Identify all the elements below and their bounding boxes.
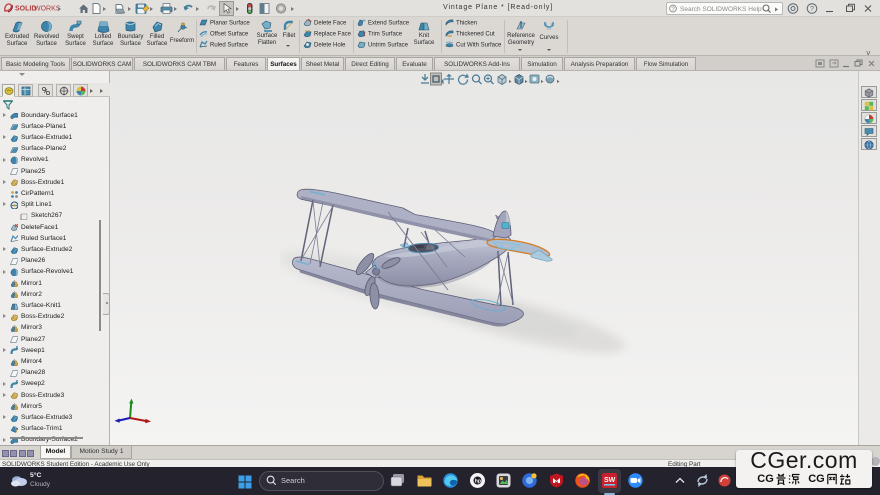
svg-text:?: ?: [671, 6, 675, 13]
svg-text:WORKS: WORKS: [34, 6, 61, 13]
svg-text:?: ?: [810, 6, 814, 13]
svg-text:SW: SW: [604, 477, 616, 484]
svg-text:hp: hp: [475, 478, 481, 484]
svg-text:Search SOLIDWORKS Help: Search SOLIDWORKS Help: [680, 6, 762, 13]
